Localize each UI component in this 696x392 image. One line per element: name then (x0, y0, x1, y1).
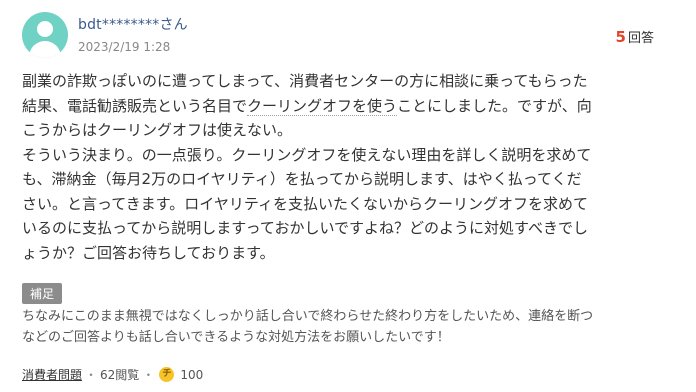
post-date: 2023/2/19 1:28 (78, 40, 171, 54)
answer-count: 5 (615, 28, 626, 46)
category-link[interactable]: 消費者問題 (22, 366, 82, 383)
answer-count-suffix: 回答 (627, 31, 654, 46)
question-text-part2: ことにしました。ですが、向 こうからはクーリングオフは使えない。 そういう決まり… (22, 96, 592, 262)
question-highlight-keyword[interactable]: クーリングオフを使う (247, 96, 398, 116)
separator-dot: ・ (142, 368, 155, 382)
supplement-label: 補足 (22, 283, 63, 304)
user-avatar[interactable] (22, 12, 68, 58)
separator-dot: ・ (85, 368, 98, 382)
coin-icon: チ (159, 367, 175, 382)
avatar-head-shape (37, 21, 53, 37)
username-link[interactable]: bdt********さん (78, 14, 188, 34)
coin-amount: 100 (180, 367, 204, 382)
question-footer: 消費者問題 ・ 62閲覧 ・ チ 100 (22, 366, 203, 383)
answer-count-link[interactable]: 5 回答 (616, 27, 654, 46)
view-count: 62閲覧 (100, 368, 140, 382)
supplement-text: ちなみにこのまま無視ではなくしっかり話し合いで終わらせた終わり方をしたいため、連… (22, 309, 594, 345)
avatar-body-shape (29, 41, 61, 58)
question-body: 副業の詐欺っぽいのに遭ってしまって、消費者センターの方に相談に乗ってもらった 結… (22, 69, 662, 265)
